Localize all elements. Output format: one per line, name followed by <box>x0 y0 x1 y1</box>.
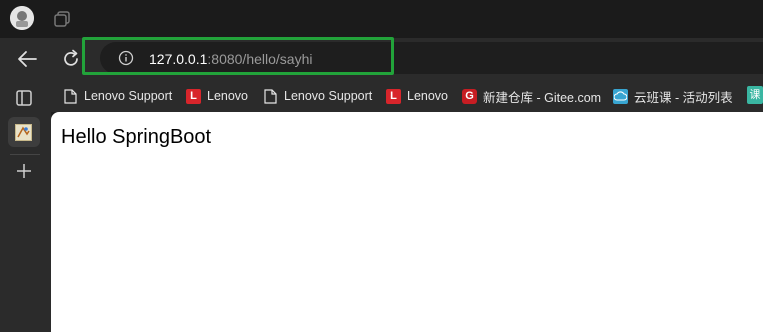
new-tab-plus-icon[interactable] <box>16 163 32 179</box>
bookmark-label: Lenovo <box>407 89 449 103</box>
back-button[interactable] <box>14 48 40 70</box>
tab-favicon-icon <box>15 124 32 141</box>
bookmark-lenovo-1[interactable]: L Lenovo <box>186 86 248 106</box>
page-icon <box>63 88 78 104</box>
lenovo-l-icon: L <box>386 88 401 104</box>
bookmark-lenovo-support-1[interactable]: Lenovo Support <box>63 86 172 106</box>
vertical-tabs-sidebar <box>0 38 51 332</box>
bookmark-label: Lenovo Support <box>284 89 373 103</box>
bookmark-label: Lenovo <box>207 89 249 103</box>
bookmark-lenovo-support-2[interactable]: Lenovo Support <box>263 86 372 106</box>
sidebar-divider <box>10 154 40 155</box>
address-highlight-box <box>82 37 394 75</box>
bookmark-label: 云班课 - 活动列表 <box>634 90 733 105</box>
page-content: Hello SpringBoot <box>51 112 763 332</box>
gitee-g-icon: G <box>462 88 477 104</box>
bookmark-label: Lenovo Support <box>84 89 173 103</box>
bookmark-gitee[interactable]: G 新建仓库 - Gitee.com <box>462 86 601 106</box>
page-icon <box>263 88 278 104</box>
lenovo-l-icon: L <box>186 88 201 104</box>
page-heading: Hello SpringBoot <box>61 126 212 148</box>
title-bar <box>0 0 763 38</box>
bookmark-label: 新建仓库 - Gitee.com <box>483 90 602 105</box>
bookmark-cloud-class[interactable]: 云班课 - 活动列表 <box>613 86 733 106</box>
bookmark-lenovo-2[interactable]: L Lenovo <box>386 86 448 106</box>
tab-actions-icon[interactable] <box>52 9 72 29</box>
reload-button[interactable] <box>60 48 82 70</box>
bookmark-overflow-icon[interactable]: 课 <box>747 86 763 104</box>
tab-overview-icon[interactable] <box>15 89 33 107</box>
cloud-class-icon <box>613 88 628 104</box>
profile-avatar[interactable] <box>10 6 34 30</box>
